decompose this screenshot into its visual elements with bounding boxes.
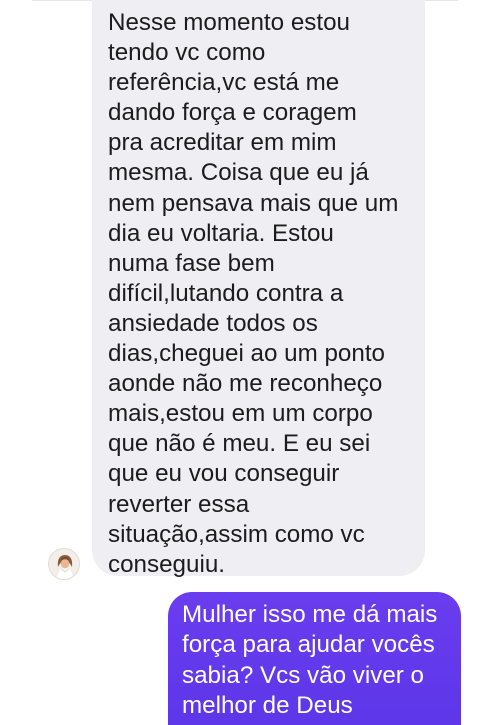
avatar-photo-icon bbox=[49, 549, 79, 579]
incoming-message-bubble[interactable]: Nesse momento estou tendo vc como referê… bbox=[92, 0, 425, 578]
message-thread: Nesse momento estou tendo vc como referê… bbox=[0, 0, 490, 725]
outgoing-message-bubble[interactable]: Mulher isso me dá mais força para ajudar… bbox=[168, 592, 461, 725]
sender-avatar[interactable] bbox=[48, 548, 80, 580]
